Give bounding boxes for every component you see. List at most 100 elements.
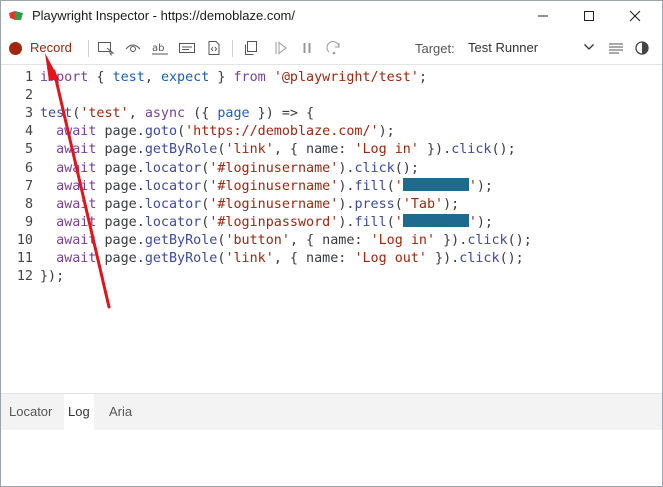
assert-visibility-button[interactable] <box>124 40 142 56</box>
code-token: 'link' <box>225 251 274 266</box>
code-token: test <box>40 106 73 122</box>
svg-text:ab: ab <box>152 43 164 54</box>
code-token: locator <box>144 214 202 230</box>
assert-snapshot-icon <box>208 41 220 55</box>
code-token: page. <box>96 124 145 140</box>
code-token: ; <box>418 70 427 85</box>
line-number: 9 <box>24 214 33 230</box>
code-token: click <box>467 232 508 248</box>
code-token: (); <box>394 160 419 176</box>
code-token: page <box>217 106 250 122</box>
code-token: (); <box>507 232 532 248</box>
code-token: ( <box>394 196 403 212</box>
pick-locator-button[interactable] <box>97 40 115 56</box>
target-label: Target: <box>415 41 455 56</box>
assert-snapshot-button[interactable] <box>205 40 223 56</box>
bottom-tab-bar: Locator Log Aria <box>1 393 662 431</box>
code-token: await <box>56 196 97 212</box>
code-token: await <box>56 124 97 140</box>
assert-value-button[interactable] <box>178 40 196 56</box>
target-value: Test Runner <box>468 40 539 55</box>
code-token: click <box>354 160 395 176</box>
code-token: '#loginusername' <box>209 160 339 176</box>
toolbar-divider <box>232 40 233 57</box>
code-token: ); <box>476 214 493 230</box>
code-token: test <box>112 70 145 85</box>
code-token: '#loginusername' <box>209 178 339 194</box>
code-token: page. <box>96 214 145 230</box>
tab-aria[interactable]: Aria <box>105 394 136 430</box>
code-token: }). <box>427 251 460 266</box>
chevron-down-icon <box>584 44 594 50</box>
code-token: , <box>144 70 161 85</box>
wrap-lines-button[interactable] <box>607 40 625 56</box>
line-number: 5 <box>24 142 33 158</box>
code-token: } <box>209 70 234 85</box>
assert-text-button[interactable]: ab <box>151 40 169 56</box>
code-token: ( <box>386 214 395 230</box>
code-token: page. <box>96 251 145 266</box>
code-text: await page.locator ('#loginpassword').fil… <box>40 214 493 232</box>
code-token: page. <box>96 142 145 158</box>
target-select[interactable]: Test Runner <box>463 35 603 59</box>
code-token: ' <box>468 178 477 194</box>
tab-locator[interactable]: Locator <box>5 394 56 430</box>
close-button[interactable] <box>612 1 658 31</box>
line-number: 2 <box>24 88 33 104</box>
resume-button[interactable] <box>271 40 289 56</box>
code-token: }) => { <box>249 106 315 122</box>
code-token: '#loginusername' <box>209 196 339 212</box>
code-text: await page.locator ('#loginusername').pre… <box>40 196 459 214</box>
tab-log[interactable]: Log <box>64 394 94 430</box>
code-token: , <box>128 106 145 122</box>
code-token: }). <box>435 232 468 248</box>
record-button[interactable]: Record <box>1 32 85 64</box>
theme-toggle-button[interactable] <box>633 40 651 56</box>
code-text: await page.locator('#loginusername').cli… <box>40 160 419 178</box>
maximize-button[interactable] <box>566 1 612 31</box>
code-token: ' <box>394 178 403 194</box>
wrap-lines-icon <box>609 43 623 54</box>
theme-toggle-icon <box>635 41 649 55</box>
code-text: await page.locator ('#loginusername').fil… <box>40 178 493 196</box>
code-token: ). <box>338 196 355 212</box>
title-bar[interactable]: Playwright Inspector - https://demoblaze… <box>1 1 662 31</box>
code-token: }). <box>418 142 452 158</box>
code-token: fill <box>354 214 387 230</box>
copy-button[interactable] <box>242 40 260 56</box>
code-token: fill <box>354 178 387 194</box>
code-text: }); <box>40 268 64 286</box>
assert-value-icon <box>179 43 195 53</box>
code-text: await page.getByRole('link', { name: 'Lo… <box>40 141 516 159</box>
code-token: 'Log in' <box>354 142 419 158</box>
code-token: await <box>56 142 97 158</box>
line-number: 7 <box>24 178 33 194</box>
line-number: 6 <box>24 160 33 176</box>
code-token: getByRole <box>144 251 218 266</box>
code-token: getByRole <box>144 232 218 248</box>
minimize-button[interactable] <box>520 1 566 31</box>
window-title: Playwright Inspector - https://demoblaze… <box>32 8 296 23</box>
code-editor[interactable]: 1 import { test, expect } from '@playwrig… <box>1 65 662 391</box>
pause-icon <box>303 43 311 53</box>
code-token: , { name: <box>273 251 355 266</box>
pause-button[interactable] <box>298 40 316 56</box>
minimize-icon <box>538 15 548 17</box>
code-token: , { name: <box>289 232 371 248</box>
step-over-button[interactable] <box>325 40 343 56</box>
code-token: page. <box>96 232 145 248</box>
code-token: locator <box>144 178 202 194</box>
code-token: (); <box>499 251 524 266</box>
code-token: ); <box>476 178 493 194</box>
pick-locator-icon <box>98 42 115 56</box>
inspector-window: Playwright Inspector - https://demoblaze… <box>0 0 663 487</box>
code-token: }); <box>40 269 65 285</box>
line-number: 11 <box>16 251 33 266</box>
code-token: 'https://demoblaze.com/' <box>185 124 379 140</box>
